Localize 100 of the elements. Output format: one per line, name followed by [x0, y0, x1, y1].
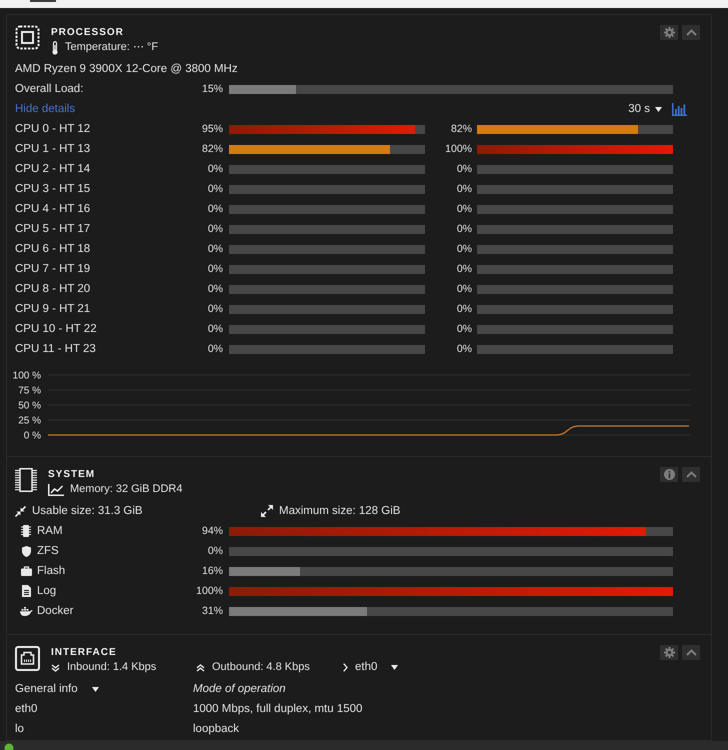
settings-button[interactable] — [660, 645, 678, 660]
cpu-core-label: CPU 7 - HT 19 — [15, 262, 92, 277]
cpu-load-value: 0% — [206, 222, 223, 237]
usage-value: 16% — [200, 564, 223, 579]
usage-label: Log — [37, 584, 56, 599]
collapse-button[interactable] — [682, 467, 700, 482]
column-header: Mode of operation — [193, 682, 287, 697]
whale-icon — [20, 606, 32, 616]
caret-down-icon — [655, 106, 662, 112]
shield-icon — [22, 546, 30, 556]
usable-size-text: Usable size: 31.3 GiB — [32, 504, 143, 519]
hide-details-link[interactable]: Hide details — [15, 99, 76, 119]
inbound-text: Inbound: 1.4 Kbps — [67, 660, 156, 675]
cpu-core-label: CPU 0 - HT 12 — [15, 122, 92, 137]
y-axis-label: 100 % — [12, 370, 41, 382]
cpu-core-label: CPU 5 - HT 17 — [15, 222, 92, 237]
info-icon — [664, 469, 674, 480]
expand-arrows-icon — [261, 505, 273, 517]
cpu-load-value: 100% — [444, 142, 472, 157]
chevron-right-icon — [343, 663, 348, 672]
usage-value: 100% — [195, 584, 223, 599]
memory-module-icon — [15, 468, 37, 492]
settings-icon — [664, 647, 674, 658]
chevron-up-icon — [686, 649, 696, 656]
collapse-button[interactable] — [682, 645, 700, 660]
cpu-load-value: 0% — [456, 322, 472, 337]
cpu-chip-icon — [15, 25, 40, 50]
cpu-core-label: CPU 11 - HT 23 — [15, 342, 97, 357]
port-select[interactable]: eth0 — [343, 660, 398, 675]
cpu-load-value: 82% — [200, 142, 223, 157]
info-select[interactable]: General info — [15, 679, 99, 699]
interface-mode: loopback — [193, 722, 240, 737]
chevron-up-icon — [686, 471, 696, 478]
section-title: SYSTEM — [48, 468, 96, 482]
line-chart-icon — [48, 484, 64, 496]
outbound-text: Outbound: 4.8 Kbps — [212, 660, 310, 675]
temperature-text: Temperature: ⋯ °F — [65, 40, 158, 55]
cpu-core-label: CPU 2 - HT 14 — [15, 162, 92, 177]
usage-label: RAM — [37, 524, 63, 539]
cpu-core-label: CPU 10 - HT 22 — [15, 322, 98, 337]
y-axis-label: 75 % — [18, 386, 41, 396]
cpu-load-value: 0% — [206, 322, 223, 337]
cpu-load-value: 0% — [206, 262, 223, 277]
cpu-load-value: 0% — [456, 202, 472, 217]
cpu-load-value: 0% — [456, 282, 472, 297]
usage-label: Flash — [37, 564, 66, 579]
max-size-text: Maximum size: 128 GiB — [279, 504, 400, 519]
memory-text: Memory: 32 GiB DDR4 — [70, 482, 182, 497]
double-chevron-up-icon — [196, 664, 205, 672]
compress-arrows-icon — [15, 506, 26, 516]
cpu-load-value: 0% — [206, 162, 223, 177]
ethernet-port-icon — [15, 646, 40, 671]
cpu-load-value: 0% — [456, 302, 472, 317]
usage-label: ZFS — [37, 544, 59, 559]
cpu-load-value: 0% — [456, 242, 472, 257]
usage-value: 94% — [200, 524, 223, 539]
interface-name: lo — [15, 722, 25, 737]
cpu-core-label: CPU 3 - HT 15 — [15, 182, 92, 197]
tab-underline — [30, 0, 56, 2]
cpu-load-value: 0% — [206, 182, 223, 197]
bar-chart-icon[interactable] — [672, 102, 687, 116]
usage-value: 31% — [200, 604, 223, 619]
cpu-load-value: 0% — [206, 342, 223, 357]
cpu-load-value: 0% — [456, 262, 472, 277]
y-axis-label: 50 % — [18, 400, 41, 412]
interval-select[interactable]: 30 s — [628, 99, 662, 119]
info-button[interactable] — [660, 467, 678, 482]
cpu-load-value: 0% — [456, 342, 472, 357]
cpu-model-text: AMD Ryzen 9 3900X 12-Core @ 3800 MHz — [15, 62, 239, 77]
cpu-load-value: 0% — [456, 222, 472, 237]
y-axis-label: 25 % — [18, 416, 41, 426]
document-icon — [22, 585, 30, 597]
cpu-core-label: CPU 1 - HT 13 — [15, 142, 92, 157]
memory-chip-icon — [21, 525, 31, 537]
usage-value: 0% — [206, 544, 223, 559]
chevron-up-icon — [686, 29, 696, 36]
cpu-load-value: 0% — [206, 282, 223, 297]
settings-icon — [664, 27, 674, 38]
cpu-core-label: CPU 6 - HT 18 — [15, 242, 92, 257]
cpu-load-value: 0% — [206, 202, 223, 217]
usage-label: Docker — [37, 604, 74, 619]
cpu-core-label: CPU 9 - HT 21 — [15, 302, 92, 317]
caret-down-icon — [92, 686, 99, 692]
double-chevron-down-icon — [51, 664, 60, 672]
collapse-button[interactable] — [682, 25, 700, 40]
thermometer-icon — [51, 40, 59, 54]
settings-button[interactable] — [660, 25, 678, 40]
caret-down-icon — [391, 665, 398, 670]
cpu-load-value: 0% — [206, 302, 223, 317]
cpu-load-value: 95% — [200, 122, 223, 137]
overall-load-value: 15% — [200, 82, 223, 97]
cpu-core-label: CPU 4 - HT 16 — [15, 202, 92, 217]
section-title: PROCESSOR — [51, 26, 125, 40]
cpu-load-value: 82% — [450, 122, 472, 137]
cpu-load-value: 0% — [456, 162, 472, 177]
cpu-load-value: 0% — [456, 182, 472, 197]
overall-load-label: Overall Load: — [15, 82, 84, 97]
interface-mode: 1000 Mbps, full duplex, mtu 1500 — [193, 702, 364, 717]
interface-name: eth0 — [15, 702, 38, 717]
section-title: INTERFACE — [51, 646, 118, 660]
